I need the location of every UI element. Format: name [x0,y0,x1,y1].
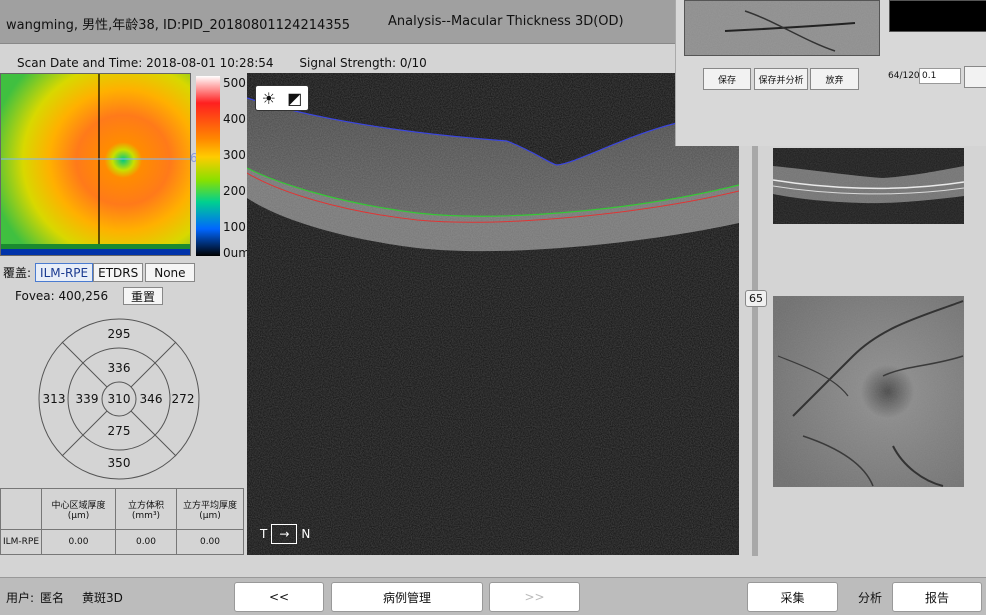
extra-button[interactable] [964,66,986,88]
bscan-thumbnail[interactable] [773,148,964,224]
table-header: 中心区域厚度 (μm) [41,488,116,530]
arrow-right-icon: → [271,524,298,544]
orientation-temporal: T [260,527,268,541]
previous-button[interactable]: << [234,582,324,612]
save-button[interactable]: 保存 [703,68,751,90]
scale-label: 100 [223,220,246,234]
save-panel: 保存 保存并分析 放弃 64/120 0.1 [675,0,986,146]
analysis-title: Analysis--Macular Thickness 3D(OD) [388,14,624,29]
table-header: 立方平均厚度 (μm) [176,488,244,530]
overlay-option-none[interactable]: None [145,263,195,282]
patient-info: wangming, 男性,年龄38, ID:PID_20180801124214… [6,18,351,33]
overlay-option-etdrs[interactable]: ETDRS [93,263,144,282]
save-and-analyze-button[interactable]: 保存并分析 [754,68,808,90]
case-management-button[interactable]: 病例管理 [331,582,483,612]
orientation-nasal: N [301,527,311,541]
bottom-toolbar: 用户: 匿名 黄斑3D << 病例管理 >> 采集 分析 报告 [0,577,986,615]
overlay-selector: 覆盖: ILM-RPE ETDRS None [3,263,195,282]
table-header: 立方体积 (mm³) [115,488,177,530]
etdrs-center: 310 [107,392,131,406]
etdrs-inner-nasal: 346 [139,392,163,406]
etdrs-grid: 295 336 313 339 310 346 272 275 350 [35,317,203,481]
oct-bscan-view[interactable] [247,73,739,555]
scale-label: 500 [223,76,246,90]
thickness-map[interactable] [0,73,191,256]
overlay-option-ilm-rpe[interactable]: ILM-RPE [35,263,94,282]
orientation-indicator: T → N [260,524,310,544]
report-button[interactable]: 报告 [892,582,982,612]
scan-info: Scan Date and Time: 2018-08-01 10:28:54 … [17,56,427,70]
etdrs-outer-superior: 295 [107,327,131,341]
etdrs-inner-superior: 336 [107,361,131,375]
etdrs-outer-inferior: 350 [107,456,131,470]
scan-mode: 黄斑3D [82,591,123,605]
table-corner [0,488,42,530]
contrast-icon: ◩ [287,88,303,108]
thickness-table: 中心区域厚度 (μm) 立方体积 (mm³) 立方平均厚度 (μm) ILM-R… [0,488,244,555]
table-cell: 0.00 [115,529,177,555]
discard-button[interactable]: 放弃 [810,68,859,90]
capture-button[interactable]: 采集 [747,582,838,612]
etdrs-inner-inferior: 275 [107,424,131,438]
table-cell: 0.00 [41,529,116,555]
slice-slider-handle[interactable]: 65 [745,290,767,307]
scale-label: 200 [223,184,246,198]
etdrs-inner-temporal: 339 [75,392,99,406]
slice-slider-track[interactable] [752,146,758,556]
scan-date: Scan Date and Time: 2018-08-01 10:28:54 [17,56,274,70]
slice-counter: 64/120 [888,71,920,81]
fundus-image[interactable] [773,296,964,487]
overlay-label: 覆盖: [3,266,32,280]
preview-thumbnail-dark [889,0,986,32]
title-bar: wangming, 男性,年龄38, ID:PID_20180801124214… [0,0,678,44]
etdrs-outer-temporal: 313 [42,392,66,406]
color-scale-bar [196,76,220,256]
scale-label: 300 [223,148,246,162]
etdrs-outer-nasal: 272 [171,392,195,406]
scale-label: 0um [223,246,250,260]
preview-thumbnail [684,0,880,56]
scale-label: 400 [223,112,246,126]
analysis-label: 分析 [858,591,883,605]
value-field[interactable]: 0.1 [919,68,961,84]
user-name: 匿名 [40,591,65,605]
table-cell: 0.00 [176,529,244,555]
brightness-icon: ☀ [261,88,276,108]
user-info: 用户: 匿名 [6,589,64,606]
reset-button[interactable]: 重置 [123,287,163,305]
user-label: 用户: [6,591,35,605]
fovea-position: Fovea: 400,256 [15,289,109,303]
brightness-contrast-tool[interactable]: ☀ ◩ [255,85,309,111]
signal-strength: Signal Strength: 0/10 [299,56,427,70]
table-row-label: ILM-RPE [0,529,42,555]
next-button[interactable]: >> [489,582,580,612]
